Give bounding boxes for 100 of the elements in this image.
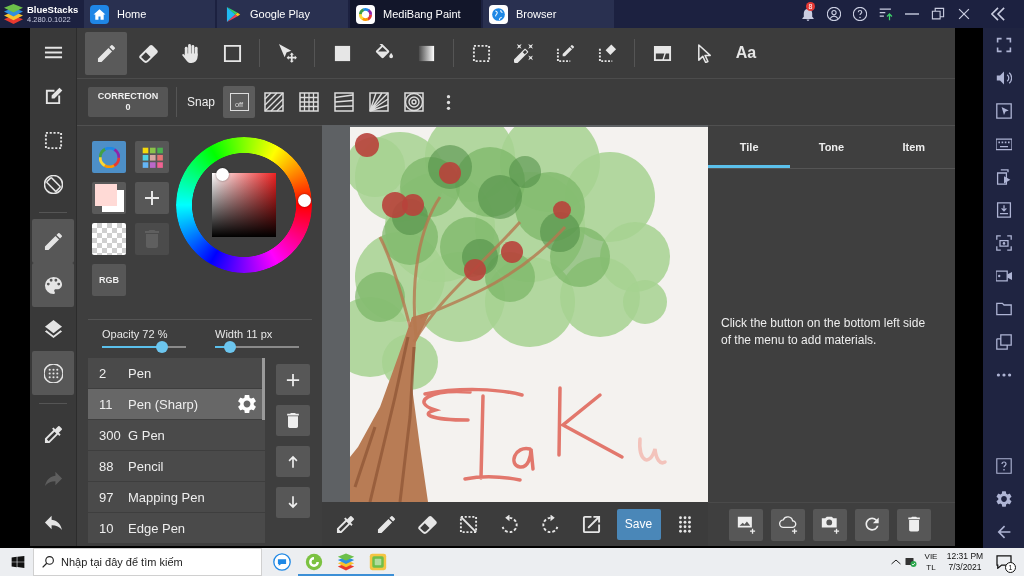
play-document-icon[interactable] [995, 168, 1012, 185]
materials-tab[interactable]: Tone [790, 126, 873, 168]
emulator-tab[interactable]: Home [84, 0, 215, 28]
brush-name: Pencil [128, 458, 165, 474]
rgb-button[interactable]: RGB [92, 264, 126, 296]
perspective-lines-icon [334, 92, 355, 112]
deselect-icon[interactable] [458, 514, 478, 534]
selection-pen-icon [555, 43, 575, 63]
more-vertical-icon[interactable] [446, 93, 452, 111]
clock-time[interactable]: 12:31 PM [946, 551, 984, 562]
eraser-icon[interactable] [417, 514, 437, 534]
scrollbar-thumb[interactable] [262, 358, 265, 420]
rotate-left-icon[interactable] [499, 514, 519, 534]
chevron-up-icon[interactable] [891, 559, 901, 565]
tool-button[interactable] [85, 31, 127, 75]
pointer-box-icon[interactable] [995, 102, 1012, 119]
rotate-screen-icon [43, 174, 63, 194]
tool-button[interactable]: Aa [725, 31, 767, 75]
rail-button[interactable] [32, 351, 74, 395]
color-action-button[interactable] [135, 182, 169, 214]
move-down-button[interactable] [276, 487, 310, 518]
back-arrow-icon[interactable] [995, 523, 1012, 540]
brush-name: Pen [128, 365, 153, 381]
slider-thumb[interactable] [156, 341, 169, 353]
clock-date[interactable]: 7/3/2021 [948, 562, 982, 573]
slider-thumb[interactable] [224, 341, 237, 353]
device-status-icon[interactable] [905, 556, 917, 568]
brush-list-item[interactable]: 300 G Pen [88, 420, 265, 450]
dots-grid-icon[interactable] [678, 515, 691, 533]
materials-tab[interactable]: Item [872, 126, 955, 168]
brush-name: G Pen [128, 427, 166, 443]
transparent-color-button[interactable] [92, 223, 126, 255]
close-icon[interactable] [957, 7, 971, 21]
eyedropper-icon [43, 424, 63, 444]
saturation-value-square[interactable] [212, 173, 276, 237]
hand-icon [180, 43, 200, 63]
brush-name: Pen (Sharp) [128, 396, 200, 412]
open-external-icon[interactable] [581, 514, 601, 534]
brush-size: 88 [99, 458, 115, 474]
upload-list-icon[interactable] [879, 7, 893, 21]
stacked-windows-icon[interactable] [995, 333, 1012, 350]
trash-icon [287, 413, 299, 428]
slider-label: Opacity 72 % [102, 328, 169, 341]
home-icon [90, 4, 109, 24]
emulator-tab[interactable]: Google Play [217, 0, 348, 28]
radial-lines-icon [369, 92, 390, 112]
emulator-tab[interactable]: MediBang Paint [350, 0, 481, 28]
square-outline-icon [222, 43, 242, 63]
layered-logo-icon [3, 4, 24, 24]
settings-icon[interactable] [995, 490, 1012, 507]
refresh-button[interactable] [855, 508, 889, 541]
help-icon[interactable] [853, 7, 867, 21]
add-brush-button[interactable] [276, 364, 310, 395]
cloud-add-icon [778, 515, 798, 534]
app-name: BlueStacks [27, 5, 79, 15]
globe-icon [489, 4, 508, 24]
camera-frame-icon[interactable] [995, 234, 1012, 251]
help-icon[interactable] [995, 457, 1012, 474]
materials-tab[interactable]: Tile [708, 126, 791, 168]
add-image-button[interactable] [729, 508, 763, 541]
move-up-button[interactable] [276, 446, 310, 477]
delete-material-button[interactable] [897, 508, 931, 541]
add-photo-button[interactable] [813, 508, 847, 541]
delete-brush-button[interactable] [276, 405, 310, 436]
camera-add-icon [820, 515, 840, 534]
settings-icon[interactable] [238, 395, 256, 413]
folder-icon[interactable] [995, 300, 1012, 317]
language-label[interactable]: VIE [924, 551, 938, 562]
message-bubble-icon[interactable] [996, 555, 1012, 569]
brush-list-item[interactable]: 2 Pen [88, 358, 265, 388]
rotate-right-icon[interactable] [540, 514, 560, 534]
expand-corners-icon[interactable] [995, 36, 1012, 53]
gradient-icon [416, 43, 436, 63]
emulator-tab[interactable]: Browser [483, 0, 614, 28]
speaker-icon[interactable] [995, 69, 1012, 86]
double-chevron-icon[interactable] [991, 7, 1005, 21]
brush-size: 10 [99, 520, 115, 536]
brush-list-item[interactable]: 10 Edge Pen [88, 513, 265, 543]
add-cloud-button[interactable] [771, 508, 805, 541]
round-app-icon [305, 553, 323, 571]
chat-bubble-icon [273, 553, 291, 571]
search-field[interactable]: Nhập tại đây để tìm kiếm [33, 548, 262, 576]
brush-size: 97 [99, 489, 115, 505]
color-mode-button[interactable] [92, 141, 126, 173]
magic-wand-icon [513, 43, 533, 63]
color-mode-button[interactable] [135, 141, 169, 173]
brush-list-item[interactable]: 88 Pencil [88, 451, 265, 481]
eyedropper-icon[interactable] [335, 514, 355, 534]
restore-icon[interactable] [931, 7, 945, 21]
account-icon[interactable] [827, 7, 841, 21]
save-button[interactable]: Save [616, 508, 661, 540]
keyboard-layout-label[interactable]: TL [926, 562, 936, 573]
brush-list-item[interactable]: 97 Mapping Pen [88, 482, 265, 512]
install-box-icon[interactable] [995, 201, 1012, 218]
window-panes-icon[interactable] [11, 555, 25, 569]
slider-label: Width 11 px [215, 328, 274, 341]
dashed-square-icon [471, 43, 491, 63]
brush-list-item[interactable]: 11 Pen (Sharp) [88, 389, 265, 419]
correction-button[interactable]: CORRECTION 0 [88, 87, 168, 117]
pencil-icon[interactable] [376, 514, 396, 534]
